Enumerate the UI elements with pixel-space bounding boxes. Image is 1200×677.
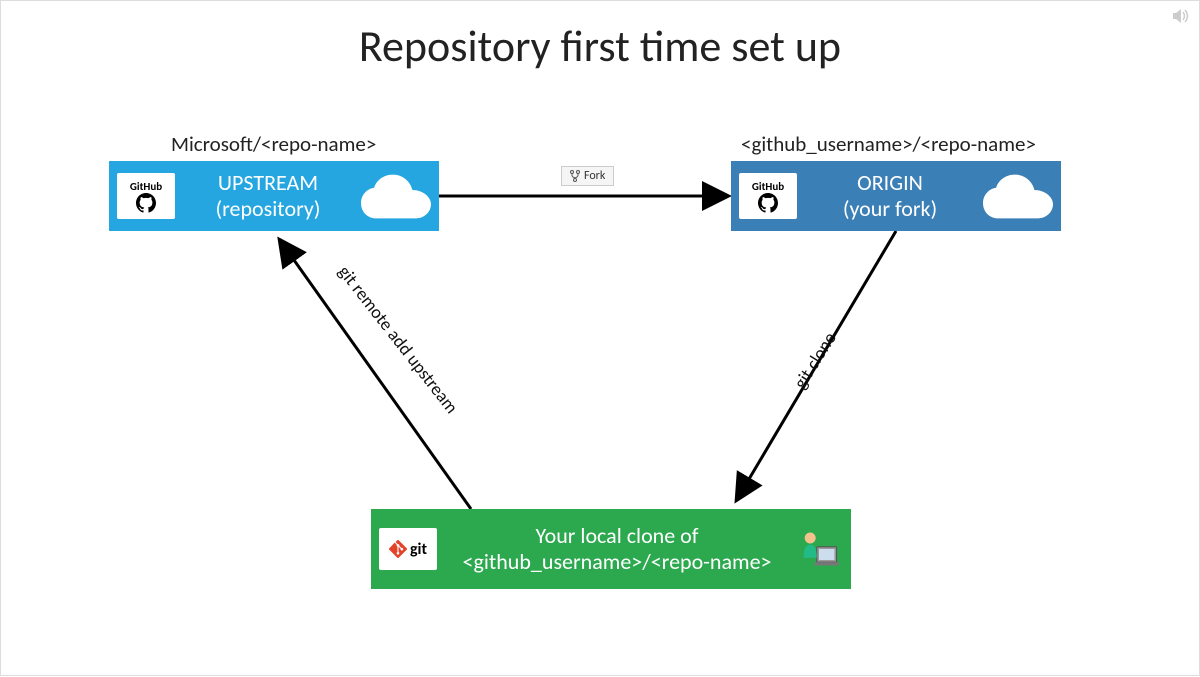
upstream-path-label: Microsoft/<repo-name> <box>171 131 376 157</box>
github-badge-label: GitHub <box>130 180 162 193</box>
origin-box: GitHub ORIGIN (your fork) <box>731 161 1061 231</box>
local-line1: Your local clone of <box>437 523 797 549</box>
origin-text: ORIGIN (your fork) <box>797 170 983 223</box>
user-computer-icon <box>797 527 841 571</box>
git-badge-label: git <box>410 540 427 559</box>
octocat-icon <box>757 193 779 213</box>
diagram-canvas: Microsoft/<repo-name> <github_username>/… <box>1 1 1200 677</box>
local-line2: <github_username>/<repo-name> <box>437 549 797 575</box>
octocat-icon <box>135 193 157 213</box>
github-badge-label: GitHub <box>752 180 784 193</box>
remote-add-label: git remote add upstream <box>334 261 463 418</box>
fork-button: Fork <box>561 166 614 186</box>
upstream-box: GitHub UPSTREAM (repository) <box>109 161 439 231</box>
git-icon <box>389 540 407 558</box>
cloud-icon <box>983 174 1053 219</box>
git-badge: git <box>379 528 437 570</box>
origin-path-label: <github_username>/<repo-name> <box>741 131 1036 157</box>
fork-button-label: Fork <box>584 169 605 183</box>
github-badge-upstream: GitHub <box>117 173 175 219</box>
origin-line1: ORIGIN <box>797 170 983 196</box>
cloud-icon <box>361 174 431 219</box>
github-badge-origin: GitHub <box>739 173 797 219</box>
git-clone-label: git clone <box>789 328 841 393</box>
fork-icon <box>570 170 580 182</box>
local-box: git Your local clone of <github_username… <box>371 509 851 589</box>
upstream-text: UPSTREAM (repository) <box>175 170 361 223</box>
upstream-line1: UPSTREAM <box>175 170 361 196</box>
local-text: Your local clone of <github_username>/<r… <box>437 523 797 576</box>
upstream-line2: (repository) <box>175 196 361 222</box>
origin-line2: (your fork) <box>797 196 983 222</box>
